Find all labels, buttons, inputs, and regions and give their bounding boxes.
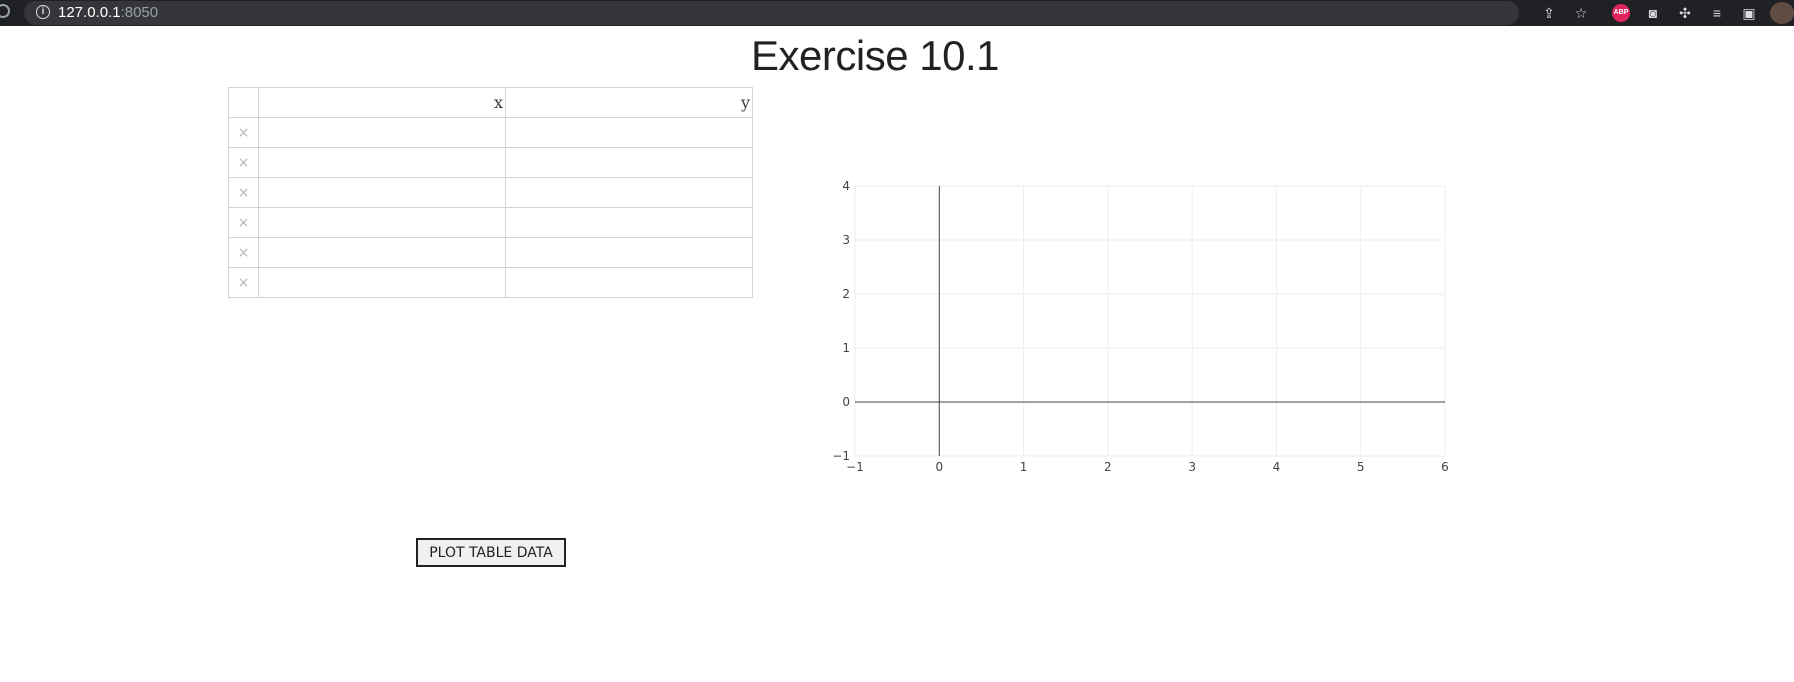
url-host: 127.0.0.1: [58, 4, 121, 21]
y-tick-label: 4: [842, 179, 850, 193]
table-cell-y[interactable]: [505, 117, 753, 148]
side-panel-icon[interactable]: ▣: [1740, 4, 1758, 22]
table-row: ×: [228, 207, 753, 238]
x-tick-label: 5: [1357, 460, 1365, 474]
table-cell-y[interactable]: [505, 237, 753, 268]
adblock-extension-icon[interactable]: ABP: [1612, 4, 1630, 22]
address-bar[interactable]: [24, 1, 1519, 25]
table-cell-y[interactable]: [505, 177, 753, 208]
x-tick-label: 6: [1441, 460, 1449, 474]
scatter-plot[interactable]: −1 0 1 2 3 4 5 6−101234: [820, 170, 1460, 490]
page-title: Exercise 10.1: [751, 32, 999, 79]
x-tick-label: 0: [935, 460, 943, 474]
url-text[interactable]: 127.0.0.1:8050: [58, 4, 158, 21]
table-cell-y[interactable]: [505, 207, 753, 238]
y-tick-label: 2: [842, 287, 850, 301]
table-cell-x[interactable]: [258, 117, 506, 148]
x-tick-label: 2: [1104, 460, 1112, 474]
x-tick-label: 4: [1273, 460, 1281, 474]
header-x[interactable]: x: [258, 87, 506, 118]
table-cell-x[interactable]: [258, 177, 506, 208]
delete-row-icon[interactable]: ×: [228, 117, 259, 148]
url-port: :8050: [120, 4, 159, 21]
header-delete-column: [228, 87, 259, 118]
table-row: ×: [228, 237, 753, 268]
x-tick-label: 1: [1020, 460, 1028, 474]
y-tick-label: 3: [842, 233, 850, 247]
table-cell-x[interactable]: [258, 147, 506, 178]
table-cell-y[interactable]: [505, 267, 753, 298]
bookmark-star-icon[interactable]: ☆: [1572, 4, 1590, 22]
table-row: ×: [228, 117, 753, 148]
browser-toolbar: i 127.0.0.1:8050 ⇪ ☆ ABP ◙ ✣ ≡ ▣: [0, 0, 1794, 26]
table-row: ×: [228, 177, 753, 208]
plot-table-data-button[interactable]: PLOT TABLE DATA: [416, 538, 566, 567]
site-info-icon[interactable]: i: [36, 5, 50, 19]
media-queue-icon[interactable]: ≡: [1708, 4, 1726, 22]
extensions-puzzle-icon[interactable]: ✣: [1676, 4, 1694, 22]
table-cell-x[interactable]: [258, 237, 506, 268]
y-tick-label: 1: [842, 341, 850, 355]
delete-row-icon[interactable]: ×: [228, 147, 259, 178]
reload-icon[interactable]: [0, 4, 10, 18]
table-cell-x[interactable]: [258, 207, 506, 238]
x-tick-label: 3: [1188, 460, 1196, 474]
delete-row-icon[interactable]: ×: [228, 177, 259, 208]
camera-extension-icon[interactable]: ◙: [1644, 4, 1662, 22]
delete-row-icon[interactable]: ×: [228, 237, 259, 268]
header-y[interactable]: y: [505, 87, 753, 118]
y-tick-label: −1: [832, 449, 850, 463]
data-table: x y × × × × × ×: [228, 87, 753, 298]
table-cell-y[interactable]: [505, 147, 753, 178]
table-row: ×: [228, 147, 753, 178]
y-tick-label: 0: [842, 395, 850, 409]
delete-row-icon[interactable]: ×: [228, 207, 259, 238]
table-row: ×: [228, 267, 753, 298]
share-icon[interactable]: ⇪: [1540, 4, 1558, 22]
delete-row-icon[interactable]: ×: [228, 267, 259, 298]
profile-avatar[interactable]: [1770, 2, 1794, 24]
table-header-row: x y: [228, 87, 753, 118]
table-cell-x[interactable]: [258, 267, 506, 298]
